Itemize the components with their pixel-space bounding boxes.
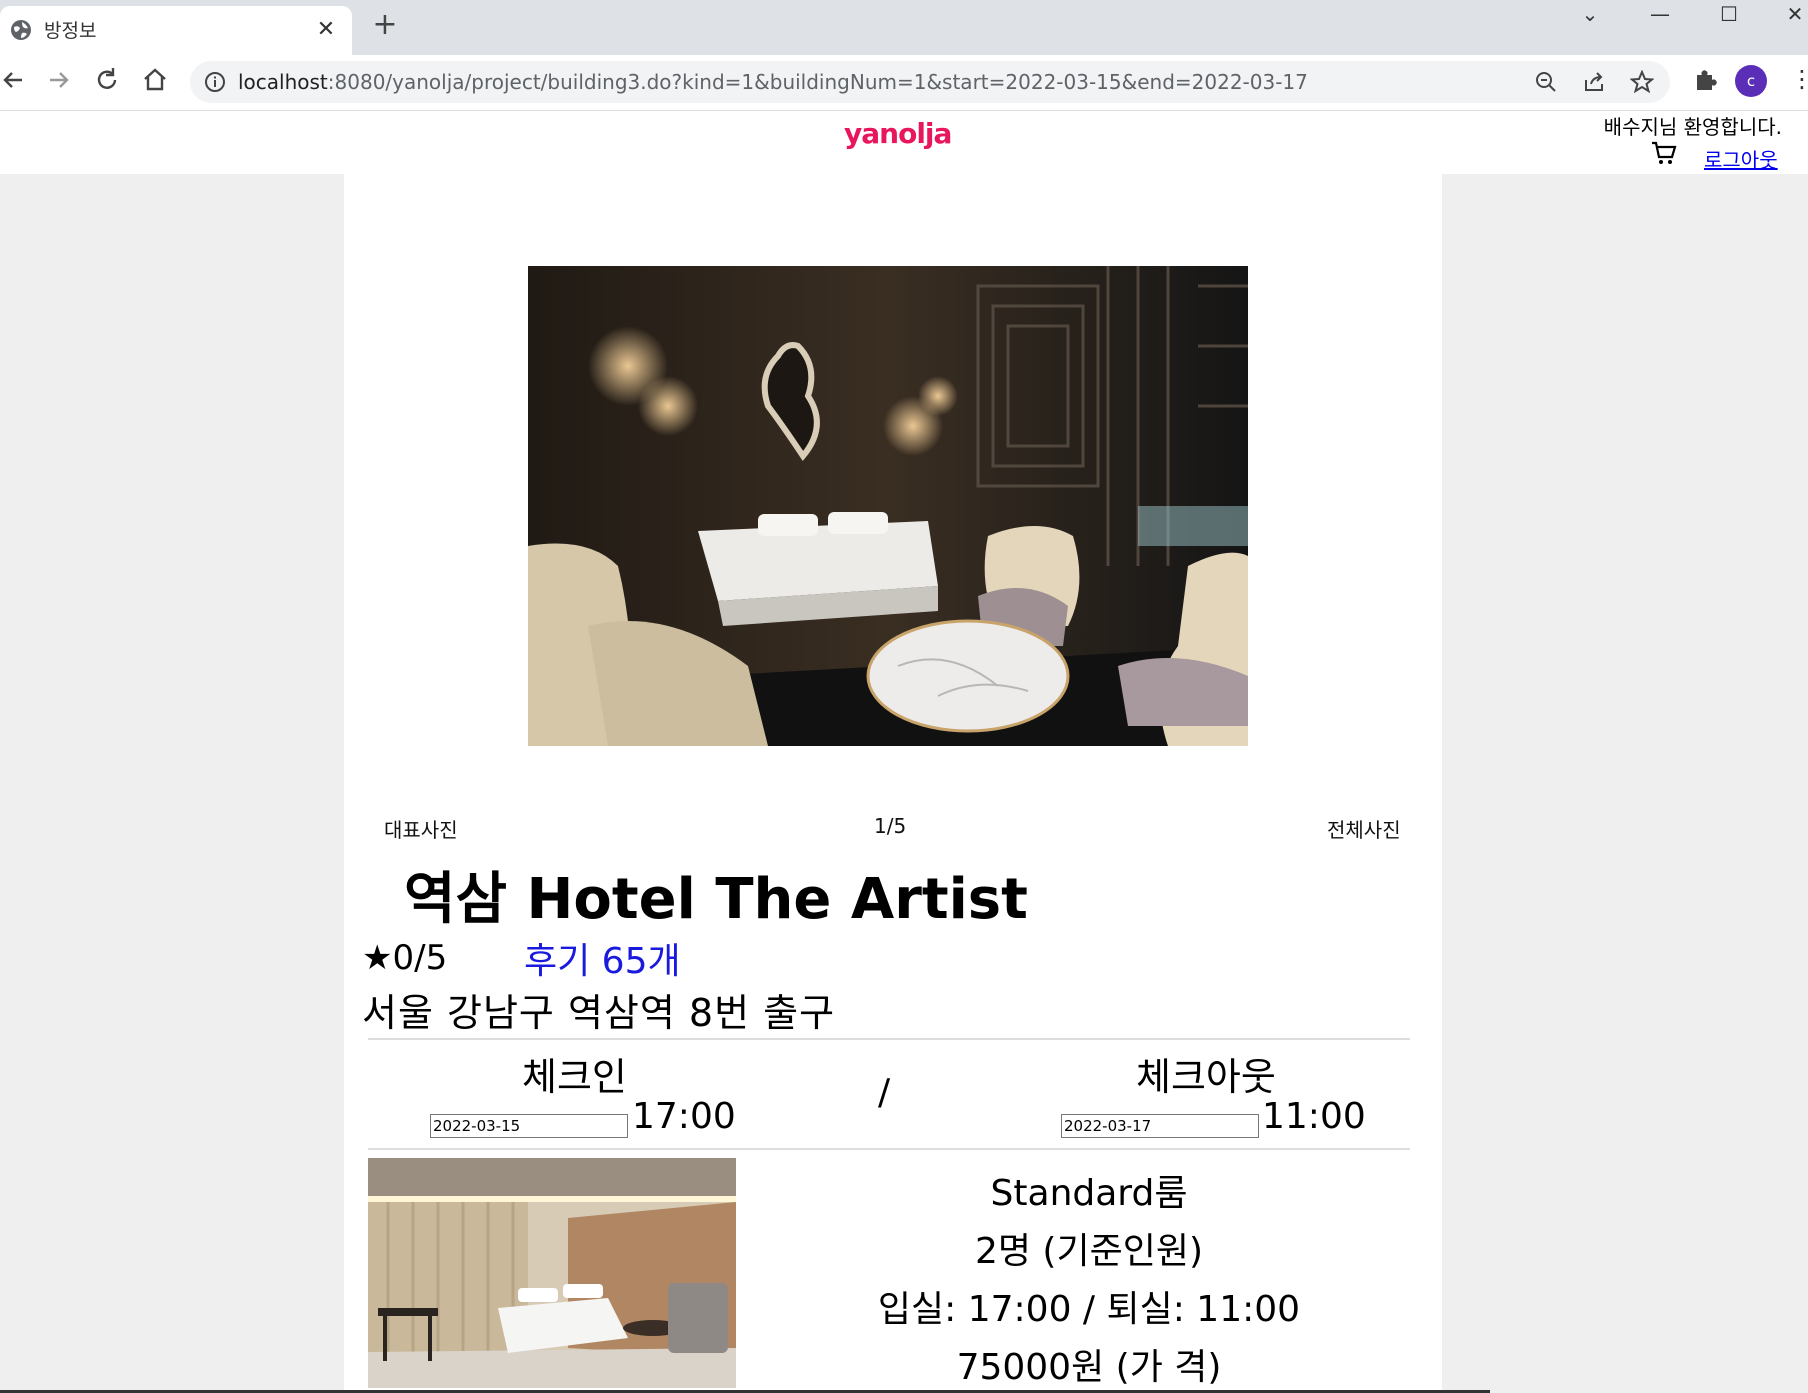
site-header: yanolja 배수지님 환영합니다. 로그아웃 [0,111,1808,174]
tab-title: 방정보 [44,20,97,42]
url-text[interactable]: localhost:8080/yanolja/project/building3… [238,70,1308,94]
rating: ★0/5 [362,938,448,978]
checkout-label: 체크아웃 [1136,1055,1276,1099]
room-capacity: 2명 (기준인원) [974,1231,1204,1272]
close-tab-icon[interactable]: ✕ [314,17,338,42]
new-tab-button[interactable]: + [370,10,400,40]
maximize-button[interactable]: ☐ [1709,2,1749,26]
checkout-time: 11:00 [1262,1096,1366,1137]
welcome-message: 배수지님 환영합니다. [1603,115,1782,139]
site-logo[interactable]: yanolja [844,117,952,150]
url-host: localhost [238,70,328,94]
forward-icon[interactable] [44,65,74,95]
main-photo-label[interactable]: 대표사진 [384,814,458,843]
browser-tabstrip: 방정보 ✕ + ⌄ — ☐ ✕ [0,0,1808,55]
checkout-date-input[interactable] [1061,1114,1259,1138]
checkin-time: 17:00 [632,1096,736,1137]
share-icon[interactable] [1582,70,1606,94]
browser-toolbar: localhost:8080/yanolja/project/building3… [0,55,1808,111]
back-icon[interactable] [0,65,30,95]
room-detail-panel: 대표사진 1/5 전체사진 역삼 Hotel The Artist ★0/5 후… [344,174,1442,1393]
chevron-down-icon[interactable]: ⌄ [1570,2,1610,26]
room-photo[interactable] [368,1158,736,1388]
url-path: :8080/yanolja/project/building3.do?kind=… [327,70,1308,94]
zoom-icon[interactable] [1534,70,1558,94]
reload-icon[interactable] [92,65,122,95]
profile-avatar[interactable]: c [1735,65,1767,97]
more-menu-icon[interactable]: ⋮ [1790,65,1808,93]
hotel-address: 서울 강남구 역삼역 8번 출구 [362,991,836,1035]
globe-icon [11,20,31,40]
divider [368,1148,1410,1150]
extensions-puzzle-icon[interactable] [1690,65,1720,95]
checkin-date-input[interactable] [430,1114,628,1138]
photo-counter: 1/5 [874,814,907,838]
logout-link[interactable]: 로그아웃 [1704,144,1778,173]
cart-icon[interactable] [1650,139,1678,167]
bookmark-star-icon[interactable] [1630,70,1654,94]
browser-tab-active[interactable]: 방정보 ✕ [0,6,352,55]
close-window-button[interactable]: ✕ [1775,2,1808,26]
divider [368,1038,1410,1040]
minimize-button[interactable]: — [1640,2,1680,26]
room-checkin-checkout: 입실: 17:00 / 퇴실: 11:00 [877,1289,1301,1330]
address-bar[interactable]: localhost:8080/yanolja/project/building3… [190,61,1670,103]
date-separator: / [878,1072,891,1113]
room-price: 75000원 (가 격) [956,1347,1222,1388]
reviews-link[interactable]: 후기 65개 [524,932,681,984]
all-photos-link[interactable]: 전체사진 [1327,814,1401,843]
info-icon[interactable] [204,71,226,93]
hotel-main-photo[interactable] [528,266,1248,746]
hotel-name: 역삼 Hotel The Artist [404,867,1028,932]
home-icon[interactable] [140,65,170,95]
room-name: Standard룸 [990,1173,1188,1214]
checkin-label: 체크인 [522,1055,627,1099]
